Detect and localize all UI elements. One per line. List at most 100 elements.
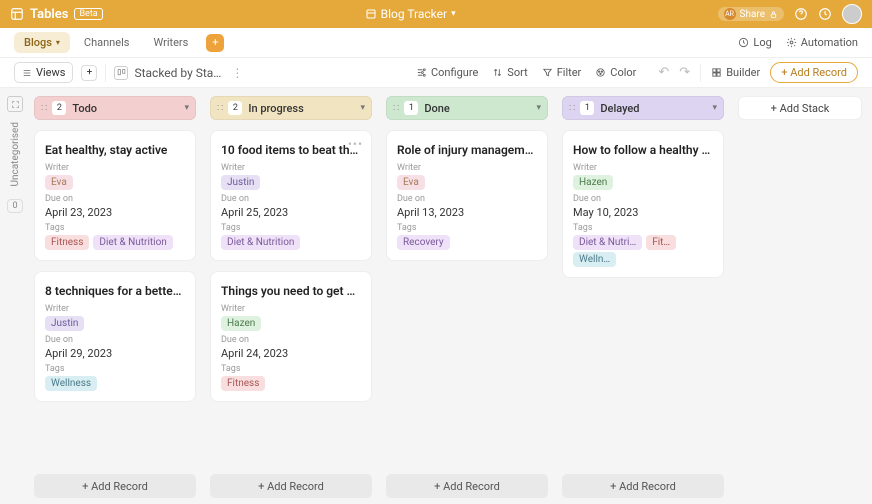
card-title: Role of injury managemen… <box>397 143 537 157</box>
tags-row: Recovery <box>397 233 537 250</box>
more-icon[interactable]: ⋮ <box>231 66 243 80</box>
writer-chip: Hazen <box>573 175 613 190</box>
due-label: Due on <box>45 335 185 345</box>
user-avatar[interactable] <box>842 4 862 24</box>
drag-handle-icon[interactable]: ∷ <box>569 103 574 114</box>
card-title: 10 food items to beat the … <box>221 143 361 157</box>
stack-header[interactable]: ∷1Delayed▾ <box>562 96 724 120</box>
add-stack-button[interactable]: + Add Stack <box>738 96 862 120</box>
due-value: April 29, 2023 <box>45 347 185 360</box>
stack-title: In progress <box>248 102 354 115</box>
writer-label: Writer <box>221 304 361 314</box>
record-card[interactable]: How to follow a healthy lif…WriterHazenD… <box>562 130 724 278</box>
add-view-button[interactable]: + <box>81 65 97 81</box>
filter-button[interactable]: Filter <box>542 66 582 79</box>
lock-icon <box>769 10 778 19</box>
chevron-down-icon[interactable]: ▾ <box>360 103 365 113</box>
workspace-icon <box>365 8 377 20</box>
views-button[interactable]: Views <box>14 62 73 83</box>
builder-label: Builder <box>726 66 760 79</box>
chevron-down-icon[interactable]: ▾ <box>712 103 717 113</box>
record-card[interactable]: Things you need to get st…WriterHazenDue… <box>210 271 372 402</box>
record-card[interactable]: Role of injury managemen…WriterEvaDue on… <box>386 130 548 261</box>
stack-title: Done <box>424 102 530 115</box>
uncategorised-label[interactable]: Uncategorised <box>10 122 21 187</box>
tab-channels[interactable]: Channels <box>74 32 140 53</box>
builder-button[interactable]: Builder <box>711 66 760 79</box>
stack-todo: ∷2Todo▾Eat healthy, stay activeWriterEva… <box>34 96 196 504</box>
stack-title: Todo <box>72 102 178 115</box>
tab-writers[interactable]: Writers <box>143 32 198 53</box>
stack-title: Delayed <box>600 102 706 115</box>
beta-badge: Beta <box>74 8 102 20</box>
stack-add-record[interactable]: + Add Record <box>34 474 196 498</box>
tags-row: Wellness <box>45 374 185 391</box>
automation-label: Automation <box>801 36 858 49</box>
sort-button[interactable]: Sort <box>492 66 527 79</box>
undo-button[interactable]: ↶ <box>658 65 669 80</box>
tag-chip: Fitness <box>221 376 265 391</box>
tags-label: Tags <box>45 223 185 233</box>
tab-blogs[interactable]: Blogs▾ <box>14 32 70 53</box>
add-record-button[interactable]: + Add Record <box>770 62 858 83</box>
stacked-by-label: Stacked by Sta… <box>134 66 221 80</box>
stack-delayed: ∷1Delayed▾How to follow a healthy lif…Wr… <box>562 96 724 504</box>
chevron-down-icon[interactable]: ▾ <box>536 103 541 113</box>
stack-header[interactable]: ∷2Todo▾ <box>34 96 196 120</box>
help-icon[interactable] <box>794 7 808 21</box>
stack-done: ∷ 1 Done ▾ Role of injury managemen…WriterEv… <box>386 96 548 504</box>
record-card[interactable]: 8 techniques for a better …WriterJustinD… <box>34 271 196 402</box>
add-tab-button[interactable]: + <box>206 34 224 52</box>
configure-button[interactable]: Configure <box>416 66 478 79</box>
writer-label: Writer <box>45 163 185 173</box>
stack-count: 2 <box>228 101 242 115</box>
workspace-switcher[interactable]: Blog Tracker ▾ <box>103 7 718 21</box>
color-button[interactable]: Color <box>595 66 636 79</box>
views-label: Views <box>36 66 65 79</box>
due-value: April 13, 2023 <box>397 206 537 219</box>
tags-row: Diet & Nutri…Fit…Welln… <box>573 233 713 267</box>
due-label: Due on <box>573 194 713 204</box>
share-avatar: AR <box>724 8 736 20</box>
due-value: May 10, 2023 <box>573 206 713 219</box>
stacked-by-control[interactable]: Stacked by Sta… ⋮ <box>114 66 243 80</box>
expand-icon[interactable] <box>7 96 23 112</box>
share-label: Share <box>740 9 765 20</box>
chevron-down-icon: ▾ <box>56 38 60 47</box>
drag-handle-icon[interactable]: ∷ <box>41 103 46 114</box>
side-rail: Uncategorised 0 <box>0 88 30 504</box>
divider <box>700 64 701 82</box>
writer-chip: Justin <box>45 316 84 331</box>
redo-button[interactable]: ↷ <box>679 65 690 80</box>
kanban-board: ∷ 2 Todo ▾ Eat healthy, stay activeWriterEva… <box>30 88 872 504</box>
tag-chip: Welln… <box>573 252 616 267</box>
stack-header[interactable]: ∷ 1 Done ▾ <box>386 96 548 120</box>
filter-label: Filter <box>557 66 582 79</box>
tags-label: Tags <box>221 223 361 233</box>
stack-add-record[interactable]: + Add Record <box>210 474 372 498</box>
share-button[interactable]: AR Share <box>718 7 784 21</box>
automation-button[interactable]: Automation <box>786 36 858 49</box>
card-title: How to follow a healthy lif… <box>573 143 713 157</box>
card-menu-icon[interactable]: ••• <box>348 137 363 151</box>
record-card[interactable]: •••10 food items to beat the …WriterJust… <box>210 130 372 261</box>
log-button[interactable]: Log <box>738 36 771 49</box>
tag-chip: Diet & Nutrition <box>221 235 300 250</box>
stack-add-record[interactable]: + Add Record <box>386 474 548 498</box>
top-bar: Tables Beta Blog Tracker ▾ AR Share <box>0 0 872 28</box>
stack-count: 1 <box>404 101 418 115</box>
stack-header[interactable]: ∷ 2 In progress ▾ <box>210 96 372 120</box>
tags-row: FitnessDiet & Nutrition <box>45 233 185 250</box>
tags-label: Tags <box>45 364 185 374</box>
sort-label: Sort <box>507 66 527 79</box>
drag-handle-icon[interactable]: ∷ <box>217 103 222 114</box>
record-card[interactable]: Eat healthy, stay activeWriterEvaDue onA… <box>34 130 196 261</box>
clock-icon[interactable] <box>818 7 832 21</box>
stack-add-record[interactable]: + Add Record <box>562 474 724 498</box>
due-label: Due on <box>221 335 361 345</box>
chevron-down-icon[interactable]: ▾ <box>184 103 189 113</box>
configure-label: Configure <box>431 66 478 79</box>
workspace-name: Blog Tracker <box>381 7 447 21</box>
tag-chip: Fit… <box>646 235 676 250</box>
drag-handle-icon[interactable]: ∷ <box>393 103 398 114</box>
